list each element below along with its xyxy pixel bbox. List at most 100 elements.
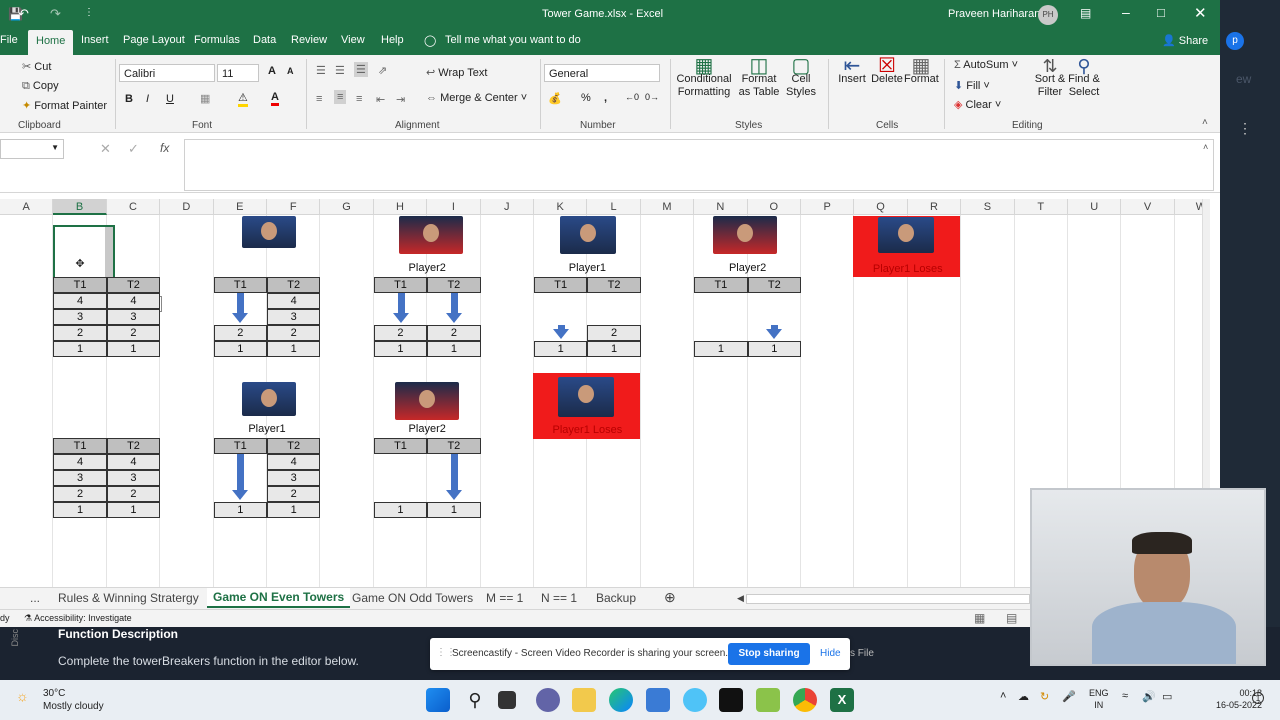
column-header-m[interactable]: M [640,199,695,215]
accessibility-status[interactable]: ⚗ Accessibility: Investigate [24,613,132,624]
table-cell[interactable]: 3 [106,470,161,486]
table-cell[interactable]: 2 [267,325,321,341]
maximize-icon[interactable]: □ [1157,5,1165,20]
increase-decimal-icon[interactable]: ←0 [625,92,639,102]
column-header-l[interactable]: L [587,199,641,215]
decrease-indent-icon[interactable]: ⇤ [376,93,385,106]
format-cells-button[interactable]: ▦ Format [904,56,939,86]
chrome-icon[interactable] [793,688,817,712]
fill-color-icon[interactable]: ⚠ [238,91,248,107]
table-cell[interactable]: 4 [53,293,107,309]
find-select-button[interactable]: ⚲ Find & Select [1063,57,1105,99]
column-header-p[interactable]: P [801,199,855,215]
merge-center-button[interactable]: ⇔ Merge & Center ˅ [426,92,527,104]
cell-styles-button[interactable]: ▢ Cell Styles [784,56,818,99]
page-layout-view-icon[interactable]: ▤ [1006,611,1017,625]
scroll-left-icon[interactable]: ◀ [737,593,744,604]
comma-button[interactable]: , [604,92,607,104]
table-cell[interactable]: 2 [106,325,161,341]
table-cell[interactable]: 1 [694,341,748,357]
delete-cells-button[interactable]: ☒ Delete [870,56,904,86]
column-header-b[interactable]: B [53,199,107,215]
table-cell[interactable]: 1 [373,502,428,518]
tab-data[interactable]: Data [253,34,276,46]
column-header-d[interactable]: D [160,199,214,215]
column-header-t[interactable]: T [1014,199,1068,215]
app-icon[interactable] [756,688,780,712]
bold-button[interactable]: B [125,93,133,105]
table-cell[interactable]: 1 [106,502,161,518]
table-cell[interactable]: 1 [267,502,321,518]
copy-button[interactable]: ⧉ Copy [22,80,59,93]
chat-icon[interactable] [536,688,560,712]
table-cell[interactable]: 1 [427,341,481,357]
normal-view-icon[interactable]: ▦ [974,611,985,625]
table-cell[interactable]: 1 [213,341,267,357]
table-cell[interactable]: 2 [213,325,267,341]
column-header-q[interactable]: Q [854,199,908,215]
settings-app-icon[interactable] [683,688,707,712]
volume-icon[interactable]: 🔊 [1142,690,1156,703]
customize-qat-icon[interactable]: ⋮ [84,7,94,18]
column-header-a[interactable]: A [0,199,54,215]
cancel-icon[interactable]: ✕ [100,141,111,157]
tell-me-search[interactable]: Tell me what you want to do [445,34,581,46]
worksheet-grid[interactable]: ABCDEFGHIJKLMNOPQRSTUVW ✥⎘T1T243214321T1… [0,199,1210,589]
table-cell[interactable]: 2 [53,486,107,502]
underline-button[interactable]: U [166,93,174,105]
table-cell[interactable]: 2 [53,325,107,341]
insert-function-icon[interactable]: fx [160,141,169,155]
table-cell[interactable]: 1 [534,341,588,357]
vertical-scrollbar[interactable] [1202,199,1210,489]
sheet-tab-m1[interactable]: M == 1 [486,591,523,605]
increase-indent-icon[interactable]: ⇥ [396,93,405,106]
tray-chevron-icon[interactable]: ˄ [1000,690,1006,702]
language-indicator[interactable]: ENG IN [1089,687,1109,711]
wifi-icon[interactable]: ≈ [1122,690,1128,702]
notification-badge[interactable]: 1 [1252,692,1264,704]
table-cell[interactable]: 1 [267,341,321,357]
stop-sharing-button[interactable]: Stop sharing [728,643,810,665]
table-cell[interactable]: 2 [106,486,161,502]
column-header-g[interactable]: G [320,199,374,215]
table-cell[interactable]: 2 [427,325,481,341]
borders-icon[interactable]: ▦ [200,92,210,105]
sheet-tab-rules[interactable]: Rules & Winning Stratergy [58,591,199,605]
italic-button[interactable]: I [146,93,149,105]
more-icon[interactable]: ⋮ [1238,120,1252,137]
insert-cells-button[interactable]: ⇤ Insert [836,56,868,86]
table-cell[interactable]: 1 [587,341,641,357]
table-cell[interactable]: 2 [587,325,641,341]
task-view-icon[interactable] [498,691,516,709]
sync-icon[interactable]: ↻ [1040,690,1049,703]
format-as-table-button[interactable]: ◫ Format as Table [736,56,782,99]
table-cell[interactable]: 1 [53,341,107,357]
align-left-icon[interactable]: ≡ [316,93,322,105]
table-cell[interactable]: 4 [267,293,321,309]
tab-formulas[interactable]: Formulas [194,34,240,46]
collapse-formula-bar-icon[interactable]: ˄ [1203,142,1208,152]
minimize-icon[interactable]: – [1122,4,1130,20]
orientation-icon[interactable]: ⇗ [378,64,387,77]
sheet-tab-backup[interactable]: Backup [596,591,636,605]
weather-temp[interactable]: 30°C [43,688,65,699]
table-cell[interactable]: 3 [53,470,107,486]
excel-taskbar-icon[interactable]: X [830,688,854,712]
column-header-e[interactable]: E [213,199,267,215]
column-header-c[interactable]: C [106,199,161,215]
add-sheet-icon[interactable]: ⊕ [664,589,676,606]
wrap-text-button[interactable]: ↩ Wrap Text [426,66,487,79]
tab-view[interactable]: View [341,34,365,46]
table-cell[interactable]: 2 [373,325,428,341]
column-header-h[interactable]: H [373,199,428,215]
column-header-v[interactable]: V [1121,199,1175,215]
column-header-n[interactable]: N [694,199,748,215]
formula-input[interactable] [184,139,1214,191]
table-cell[interactable]: 1 [106,341,161,357]
table-cell[interactable]: 2 [267,486,321,502]
tab-insert[interactable]: Insert [81,34,109,46]
column-header-r[interactable]: R [907,199,962,215]
column-header-s[interactable]: S [961,199,1015,215]
tab-review[interactable]: Review [291,34,327,46]
tab-file[interactable]: File [0,34,18,46]
